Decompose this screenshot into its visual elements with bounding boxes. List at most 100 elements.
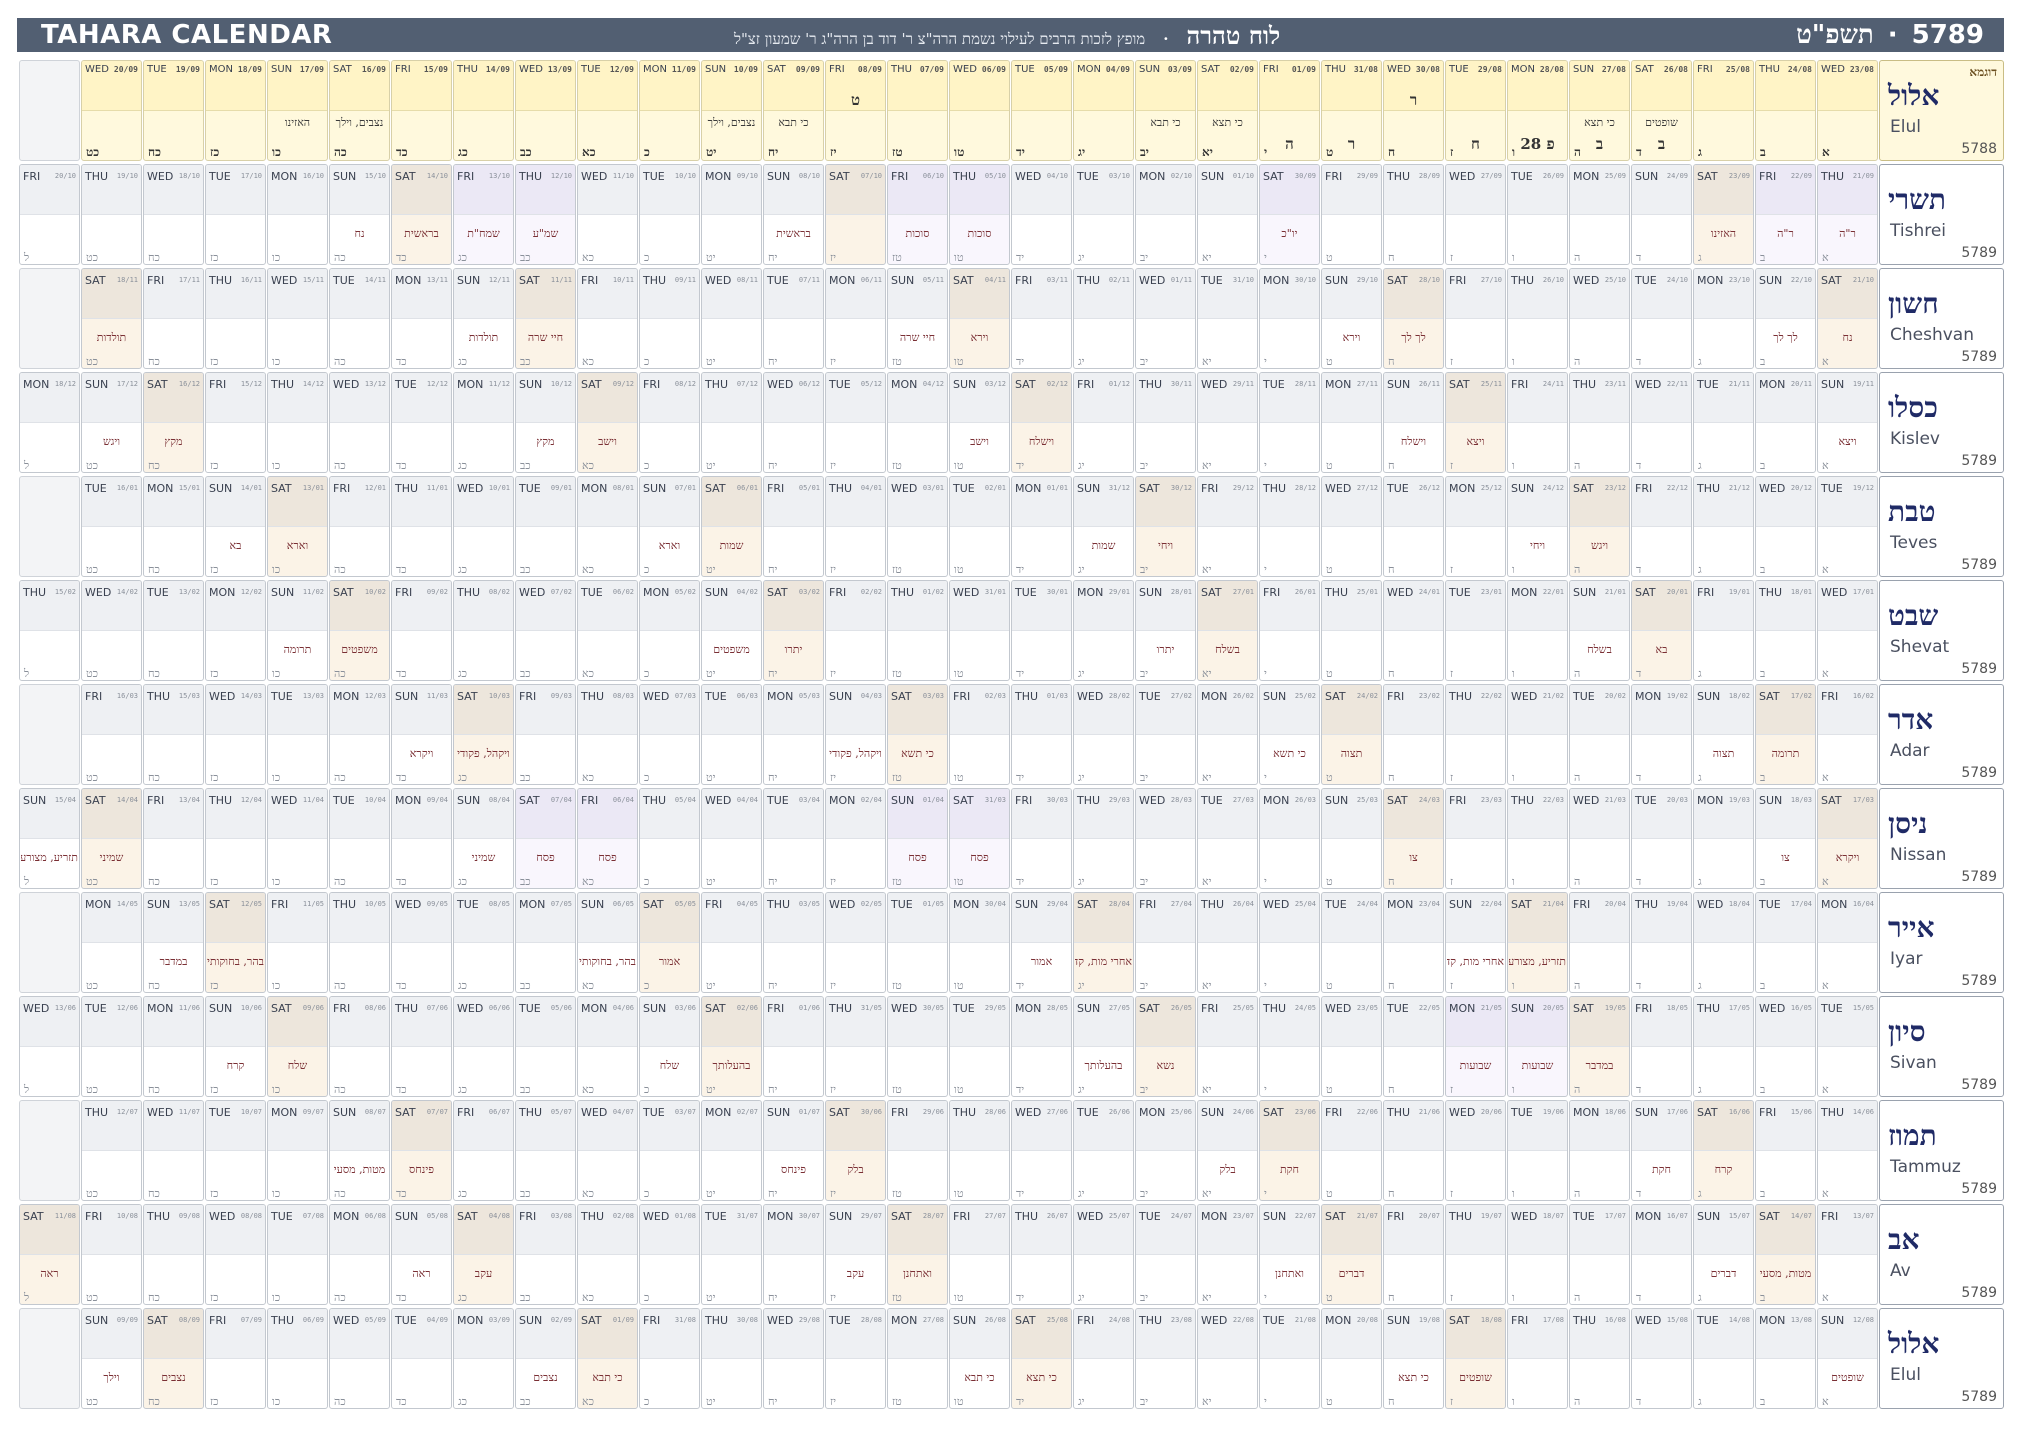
- day-cell[interactable]: SUN 03/06 שלח כ: [639, 996, 700, 1097]
- day-cell[interactable]: SAT 21/07 דברים ט: [1321, 1204, 1382, 1305]
- day-cell[interactable]: TUE 22/05 ח: [1383, 996, 1444, 1097]
- day-cell[interactable]: WED 25/07 יג: [1073, 1204, 1134, 1305]
- day-cell[interactable]: SAT 07/10 יז: [825, 164, 886, 265]
- day-cell[interactable]: WED 24/01 ח: [1383, 580, 1444, 681]
- day-cell[interactable]: SAT 24/02 תצוה ט: [1321, 684, 1382, 785]
- day-cell[interactable]: FRI 01/06 יח: [763, 996, 824, 1097]
- day-cell[interactable]: WED 06/09 טו: [949, 60, 1010, 161]
- day-cell[interactable]: THU 12/04 כז: [205, 788, 266, 889]
- day-cell[interactable]: FRI 01/09 ה י: [1259, 60, 1320, 161]
- day-cell[interactable]: TUE 05/12 יז: [825, 372, 886, 473]
- day-cell[interactable]: FRI 25/08 ג: [1693, 60, 1754, 161]
- day-cell[interactable]: FRI 24/11 ו: [1507, 372, 1568, 473]
- day-cell[interactable]: THU 02/08 כא: [577, 1204, 638, 1305]
- day-cell[interactable]: SAT 17/03 ויקרא א: [1817, 788, 1878, 889]
- day-cell[interactable]: MON 04/06 כא: [577, 996, 638, 1097]
- day-cell[interactable]: SAT 21/10 נח א: [1817, 268, 1878, 369]
- day-cell[interactable]: THU 09/11 כ: [639, 268, 700, 369]
- day-cell[interactable]: THU 08/03 כא: [577, 684, 638, 785]
- day-cell[interactable]: WED 18/04 ג: [1693, 892, 1754, 993]
- day-cell[interactable]: FRI 24/08 יג: [1073, 1308, 1134, 1409]
- day-cell[interactable]: TUE 17/04 ב: [1755, 892, 1816, 993]
- day-cell[interactable]: TUE 26/06 יג: [1073, 1100, 1134, 1201]
- day-cell[interactable]: FRI 03/08 כב: [515, 1204, 576, 1305]
- day-cell[interactable]: SUN 12/11 תולדות כג: [453, 268, 514, 369]
- day-cell[interactable]: MON 06/08 כה: [329, 1204, 390, 1305]
- day-cell[interactable]: TUE 31/10 יא: [1197, 268, 1258, 369]
- day-cell[interactable]: SAT 02/12 וישלח יד: [1011, 372, 1072, 473]
- day-cell[interactable]: SAT28/04אחרי מות, קדושיםיג: [1073, 892, 1134, 993]
- day-cell[interactable]: FRI 17/08 ו: [1507, 1308, 1568, 1409]
- day-cell[interactable]: SUN 03/12 וישב טו: [949, 372, 1010, 473]
- day-cell[interactable]: THU 29/03 יג: [1073, 788, 1134, 889]
- day-cell[interactable]: THU 03/05 יח: [763, 892, 824, 993]
- day-cell[interactable]: FRI 11/05 כו: [267, 892, 328, 993]
- day-cell[interactable]: SUN 24/12 ויחי ו: [1507, 476, 1568, 577]
- day-cell[interactable]: MON 02/10 יב: [1135, 164, 1196, 265]
- day-cell[interactable]: FRI 04/05 יט: [701, 892, 762, 993]
- day-cell[interactable]: SUN 05/08 ראה כד: [391, 1204, 452, 1305]
- day-cell[interactable]: TUE 10/10 כ: [639, 164, 700, 265]
- day-cell[interactable]: MON 25/06 יב: [1135, 1100, 1196, 1201]
- day-cell[interactable]: MON 07/05 כב: [515, 892, 576, 993]
- day-cell[interactable]: WED 20/09 כט: [81, 60, 142, 161]
- day-cell[interactable]: SAT 19/05 במדבר ה: [1569, 996, 1630, 1097]
- day-cell[interactable]: WED 15/08 ד: [1631, 1308, 1692, 1409]
- day-cell[interactable]: MON 28/08 פ 28 ו: [1507, 60, 1568, 161]
- day-cell[interactable]: WED 06/12 יח: [763, 372, 824, 473]
- day-cell[interactable]: TUE 27/03 יא: [1197, 788, 1258, 889]
- day-cell[interactable]: MON 13/08 ב: [1755, 1308, 1816, 1409]
- day-cell[interactable]: WED 17/01 א: [1817, 580, 1878, 681]
- day-cell[interactable]: FRI 23/03 ז: [1445, 788, 1506, 889]
- day-cell[interactable]: SUN 24/06 בלק יא: [1197, 1100, 1258, 1201]
- day-cell[interactable]: FRI 03/11 יד: [1011, 268, 1072, 369]
- day-cell[interactable]: FRI 06/10 סוכות טז: [887, 164, 948, 265]
- day-cell[interactable]: SUN 29/10 וירא ט: [1321, 268, 1382, 369]
- day-cell[interactable]: SAT 09/06 שלח כו: [267, 996, 328, 1097]
- day-cell[interactable]: SUN 17/09 האזינו כו: [267, 60, 328, 161]
- day-cell[interactable]: WED 23/08 א: [1817, 60, 1878, 161]
- day-cell[interactable]: SAT 18/08 שופטים ז: [1445, 1308, 1506, 1409]
- day-cell[interactable]: THU 23/11 ה: [1569, 372, 1630, 473]
- day-cell[interactable]: THU 26/04 יא: [1197, 892, 1258, 993]
- day-cell[interactable]: MON 11/06 כח: [143, 996, 204, 1097]
- day-cell[interactable]: SAT 12/05 בהר, בחוקותי כז: [205, 892, 266, 993]
- day-cell[interactable]: MON 11/12 כג: [453, 372, 514, 473]
- day-cell[interactable]: TUE 02/01 טו: [949, 476, 1010, 577]
- day-cell[interactable]: THU 07/09 טז: [887, 60, 948, 161]
- day-cell[interactable]: THU 31/08 ר ט: [1321, 60, 1382, 161]
- day-cell[interactable]: TUE 01/05 טז: [887, 892, 948, 993]
- day-cell[interactable]: WED 30/08 ר ח: [1383, 60, 1444, 161]
- day-cell[interactable]: MON 14/05 כט: [81, 892, 142, 993]
- day-cell[interactable]: FRI 13/04 כח: [143, 788, 204, 889]
- day-cell[interactable]: TUE 24/04 ט: [1321, 892, 1382, 993]
- day-cell[interactable]: TUE 03/07 כ: [639, 1100, 700, 1201]
- day-cell[interactable]: MON 04/12 טז: [887, 372, 948, 473]
- day-cell[interactable]: WED 20/12 ב: [1755, 476, 1816, 577]
- day-cell[interactable]: FRI 13/10 שמח"ת כג: [453, 164, 514, 265]
- day-cell[interactable]: FRI 08/09 ט יז: [825, 60, 886, 161]
- day-cell[interactable]: FRI 31/08 כ: [639, 1308, 700, 1409]
- day-cell[interactable]: TUE 13/02 כח: [143, 580, 204, 681]
- day-cell[interactable]: WED 18/10 כח: [143, 164, 204, 265]
- day-cell[interactable]: SUN 27/05 בהעלותך יג: [1073, 996, 1134, 1097]
- day-cell[interactable]: SAT 10/02 משפטים כה: [329, 580, 390, 681]
- day-cell[interactable]: SAT 06/01 שמות יט: [701, 476, 762, 577]
- day-cell[interactable]: FRI 22/06 ט: [1321, 1100, 1382, 1201]
- day-cell[interactable]: SAT 01/09 כי תבא כא: [577, 1308, 638, 1409]
- day-cell[interactable]: WED 02/05 יז: [825, 892, 886, 993]
- day-cell[interactable]: SAT 17/02 תרומה ב: [1755, 684, 1816, 785]
- day-cell[interactable]: MON 30/10 י: [1259, 268, 1320, 369]
- day-cell[interactable]: TUE 30/01 יד: [1011, 580, 1072, 681]
- day-cell[interactable]: THU 18/01 ב: [1755, 580, 1816, 681]
- day-cell[interactable]: WED 03/01 טז: [887, 476, 948, 577]
- day-cell[interactable]: WED 28/02 יג: [1073, 684, 1134, 785]
- day-cell[interactable]: THU 26/10 ו: [1507, 268, 1568, 369]
- day-cell[interactable]: TUE 07/08 כו: [267, 1204, 328, 1305]
- day-cell[interactable]: SUN 14/01 בא כז: [205, 476, 266, 577]
- day-cell[interactable]: SUN 09/09 וילך כט: [81, 1308, 142, 1409]
- day-cell[interactable]: SAT 11/11 חיי שרה כב: [515, 268, 576, 369]
- day-cell[interactable]: SAT 23/09 האזינו ג: [1693, 164, 1754, 265]
- day-cell[interactable]: MON 21/05 שבועות ז: [1445, 996, 1506, 1097]
- day-cell[interactable]: FRI 23/02 ח: [1383, 684, 1444, 785]
